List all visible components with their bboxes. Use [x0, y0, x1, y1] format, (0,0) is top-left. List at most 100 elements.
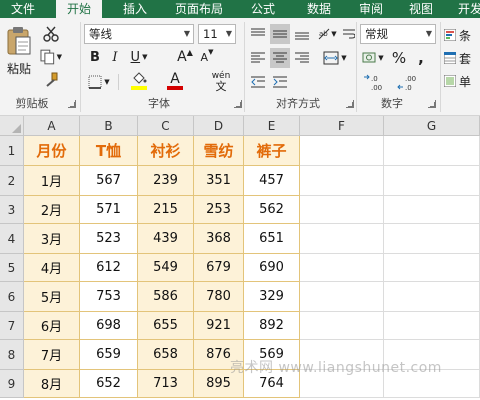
row-header-8[interactable]: 8 [0, 340, 24, 370]
cell-g2[interactable] [384, 166, 480, 196]
cell-g7[interactable] [384, 312, 480, 340]
underline-button[interactable]: U ▼ [126, 48, 152, 66]
column-header-g[interactable]: G [384, 116, 480, 136]
tab-insert[interactable]: 插入 [112, 0, 158, 18]
column-header-e[interactable]: E [244, 116, 300, 136]
cell-b5[interactable]: 612 [80, 254, 138, 282]
font-color-button[interactable]: A [160, 70, 190, 92]
align-center-button[interactable] [270, 48, 290, 68]
cell-a4[interactable]: 3月 [24, 224, 80, 254]
cell-g1[interactable] [384, 136, 480, 166]
cell-c4[interactable]: 439 [138, 224, 194, 254]
cell-d1[interactable]: 雪纺 [194, 136, 244, 166]
tab-review[interactable]: 审阅 [350, 0, 392, 18]
row-header-5[interactable]: 5 [0, 254, 24, 282]
cell-d6[interactable]: 780 [194, 282, 244, 312]
decrease-font-button[interactable]: A ▼ [198, 48, 216, 66]
row-header-7[interactable]: 7 [0, 312, 24, 340]
column-header-c[interactable]: C [138, 116, 194, 136]
cell-e2[interactable]: 457 [244, 166, 300, 196]
cell-a8[interactable]: 7月 [24, 340, 80, 370]
number-format-combo[interactable]: 常规 ▼ [360, 24, 436, 44]
cell-f7[interactable] [300, 312, 384, 340]
cell-f6[interactable] [300, 282, 384, 312]
cell-e3[interactable]: 562 [244, 196, 300, 224]
wrap-text-button[interactable] [342, 24, 356, 44]
cell-e7[interactable]: 892 [244, 312, 300, 340]
decrease-decimal-button[interactable]: .00.0 [396, 72, 424, 94]
align-left-button[interactable] [248, 48, 268, 68]
row-header-4[interactable]: 4 [0, 224, 24, 254]
clipboard-dialog-launcher[interactable] [68, 100, 76, 108]
tab-data[interactable]: 数据 [296, 0, 342, 18]
cell-d5[interactable]: 679 [194, 254, 244, 282]
select-all-corner[interactable] [0, 116, 24, 136]
cell-d2[interactable]: 351 [194, 166, 244, 196]
column-header-d[interactable]: D [194, 116, 244, 136]
percent-style-button[interactable]: % [390, 48, 408, 68]
accounting-format-button[interactable]: ▼ [360, 48, 386, 68]
column-header-b[interactable]: B [80, 116, 138, 136]
fill-color-button[interactable] [124, 70, 154, 92]
font-name-combo[interactable]: 等线 ▼ [84, 24, 194, 44]
cell-styles-button[interactable]: 单 [444, 72, 480, 90]
cell-f2[interactable] [300, 166, 384, 196]
paste-button[interactable]: 粘贴 [4, 24, 34, 78]
cell-e5[interactable]: 690 [244, 254, 300, 282]
cell-f1[interactable] [300, 136, 384, 166]
cell-g6[interactable] [384, 282, 480, 312]
conditional-format-button[interactable]: 条 [444, 26, 480, 44]
cell-f5[interactable] [300, 254, 384, 282]
tab-home[interactable]: 开始 [56, 0, 102, 18]
cell-c6[interactable]: 586 [138, 282, 194, 312]
cell-c2[interactable]: 239 [138, 166, 194, 196]
align-bottom-button[interactable] [292, 24, 312, 44]
format-as-table-button[interactable]: 套 [444, 49, 480, 67]
align-right-button[interactable] [292, 48, 312, 68]
cell-a1[interactable]: 月份 [24, 136, 80, 166]
increase-font-button[interactable]: A ▲ [176, 48, 194, 66]
tab-developer[interactable]: 开发 [450, 0, 480, 18]
cell-b6[interactable]: 753 [80, 282, 138, 312]
font-size-combo[interactable]: 11 ▼ [198, 24, 236, 44]
format-painter-button[interactable] [40, 70, 62, 90]
align-middle-button[interactable] [270, 24, 290, 44]
align-top-button[interactable] [248, 24, 268, 44]
cell-e4[interactable]: 651 [244, 224, 300, 254]
decrease-indent-button[interactable] [248, 72, 268, 92]
number-dialog-launcher[interactable] [428, 100, 436, 108]
cell-b4[interactable]: 523 [80, 224, 138, 254]
cell-f4[interactable] [300, 224, 384, 254]
cell-b2[interactable]: 567 [80, 166, 138, 196]
cell-a2[interactable]: 1月 [24, 166, 80, 196]
cell-d3[interactable]: 253 [194, 196, 244, 224]
cell-e1[interactable]: 裤子 [244, 136, 300, 166]
cell-g4[interactable] [384, 224, 480, 254]
cell-c8[interactable]: 658 [138, 340, 194, 370]
tab-page-layout[interactable]: 页面布局 [166, 0, 232, 18]
merge-center-button[interactable]: ▼ [314, 48, 356, 68]
cell-b3[interactable]: 571 [80, 196, 138, 224]
row-header-9[interactable]: 9 [0, 370, 24, 398]
cell-g3[interactable] [384, 196, 480, 224]
cell-a6[interactable]: 5月 [24, 282, 80, 312]
cell-a5[interactable]: 4月 [24, 254, 80, 282]
tab-view[interactable]: 视图 [398, 0, 444, 18]
cut-button[interactable] [40, 24, 62, 44]
cell-a7[interactable]: 6月 [24, 312, 80, 340]
increase-indent-button[interactable] [270, 72, 290, 92]
copy-button[interactable]: ▼ [40, 47, 62, 67]
cell-a9[interactable]: 8月 [24, 370, 80, 398]
tab-formulas[interactable]: 公式 [240, 0, 286, 18]
column-header-f[interactable]: F [300, 116, 384, 136]
cell-b8[interactable]: 659 [80, 340, 138, 370]
bold-button[interactable]: B [86, 48, 104, 66]
cell-c3[interactable]: 215 [138, 196, 194, 224]
row-header-3[interactable]: 3 [0, 196, 24, 224]
cell-d4[interactable]: 368 [194, 224, 244, 254]
orientation-button[interactable]: ab ▼ [314, 24, 340, 44]
cell-g5[interactable] [384, 254, 480, 282]
cell-e6[interactable]: 329 [244, 282, 300, 312]
cell-a3[interactable]: 2月 [24, 196, 80, 224]
comma-style-button[interactable]: , [412, 48, 430, 68]
